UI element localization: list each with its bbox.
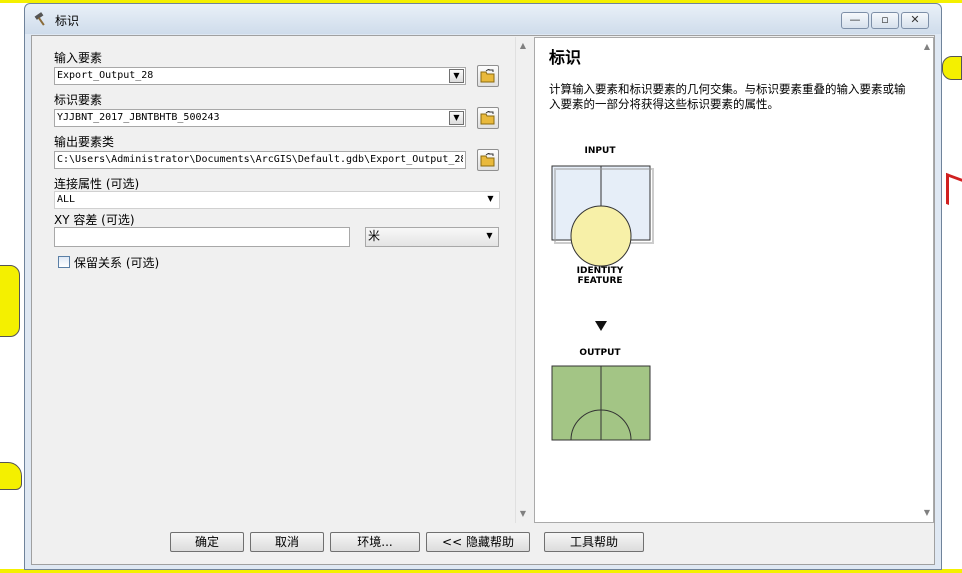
- input-features-value: Export_Output_28: [57, 70, 154, 81]
- keep-relationships-checkbox[interactable]: [58, 256, 70, 268]
- hide-help-button[interactable]: << 隐藏帮助: [426, 532, 530, 552]
- join-attributes-select[interactable]: ALL ▼: [54, 191, 500, 209]
- browse-output-button[interactable]: [477, 149, 499, 171]
- help-panel: 标识 计算输入要素和标识要素的几何交集。与标识要素重叠的输入要素或输入要素的一部…: [534, 37, 934, 523]
- chevron-down-icon[interactable]: ▼: [449, 69, 464, 83]
- help-description: 计算输入要素和标识要素的几何交集。与标识要素重叠的输入要素或输入要素的一部分将获…: [549, 82, 906, 111]
- maximize-button[interactable]: ▫: [871, 12, 899, 29]
- hammer-icon: [33, 11, 49, 27]
- parameters-panel: 输入要素 Export_Output_28 ▼ 标识要素 YJJBNT_2017…: [33, 37, 530, 523]
- output-class-label: 输出要素类: [54, 135, 115, 149]
- scroll-up-icon[interactable]: ▲: [921, 40, 933, 54]
- cancel-button[interactable]: 取消: [250, 532, 324, 552]
- diagram-identity-label-1: IDENTITY: [576, 266, 624, 276]
- chevron-down-icon[interactable]: ▼: [483, 193, 498, 207]
- folder-open-icon: [480, 69, 495, 83]
- browse-identity-button[interactable]: [477, 107, 499, 129]
- close-button[interactable]: ✕: [901, 12, 929, 29]
- identity-features-label: 标识要素: [54, 93, 103, 107]
- identity-diagram: [551, 165, 654, 441]
- scroll-down-icon[interactable]: ▼: [516, 507, 530, 521]
- identity-features-value: YJJBNT_2017_JBNTBHTB_500243: [57, 112, 220, 123]
- map-feature: [0, 462, 22, 490]
- xy-tolerance-input[interactable]: [54, 227, 350, 247]
- identity-features-combo[interactable]: YJJBNT_2017_JBNTBHTB_500243 ▼: [54, 109, 466, 127]
- map-feature: [942, 56, 962, 80]
- identity-tool-dialog: 标识 — ▫ ✕ 输入要素 Export_Output_28 ▼ 标识要素 YJ…: [24, 3, 942, 570]
- keep-relationships-label: 保留关系 (可选): [74, 256, 160, 270]
- join-attributes-label: 连接属性 (可选): [54, 177, 140, 191]
- scroll-up-icon[interactable]: ▲: [516, 39, 530, 53]
- map-feature: [0, 265, 20, 337]
- tool-help-button[interactable]: 工具帮助: [544, 532, 644, 552]
- help-scrollbar[interactable]: ▲ ▼: [921, 38, 933, 522]
- title-bar[interactable]: 标识 — ▫ ✕: [25, 4, 941, 34]
- scroll-down-icon[interactable]: ▼: [921, 506, 933, 520]
- diagram-output-label: OUTPUT: [579, 348, 621, 358]
- help-title: 标识: [549, 48, 582, 67]
- minimize-icon: —: [849, 13, 861, 26]
- xy-unit-value: 米: [368, 229, 381, 243]
- button-bar: 确定 取消 环境... << 隐藏帮助 工具帮助: [32, 524, 934, 564]
- identity-circle: [570, 205, 632, 267]
- folder-open-icon: [480, 153, 495, 167]
- output-class-field[interactable]: C:\Users\Administrator\Documents\ArcGIS\…: [54, 151, 466, 169]
- window-title: 标识: [55, 14, 80, 28]
- arrow-down-icon: [595, 321, 607, 331]
- environments-button[interactable]: 环境...: [330, 532, 420, 552]
- output-class-value: C:\Users\Administrator\Documents\ArcGIS\…: [57, 154, 463, 165]
- browse-input-button[interactable]: [477, 65, 499, 87]
- dialog-client-area: 输入要素 Export_Output_28 ▼ 标识要素 YJJBNT_2017…: [31, 35, 935, 565]
- xy-tolerance-label: XY 容差 (可选): [54, 213, 135, 227]
- parameters-scrollbar[interactable]: ▲ ▼: [515, 37, 530, 523]
- close-icon: ✕: [910, 13, 920, 26]
- ok-button[interactable]: 确定: [170, 532, 244, 552]
- map-feature: [946, 172, 962, 211]
- maximize-icon: ▫: [881, 13, 889, 26]
- minimize-button[interactable]: —: [841, 12, 869, 29]
- join-attributes-value: ALL: [57, 194, 76, 205]
- xy-unit-select[interactable]: 米 ▼: [365, 227, 499, 247]
- input-features-combo[interactable]: Export_Output_28 ▼: [54, 67, 466, 85]
- chevron-down-icon[interactable]: ▼: [449, 111, 464, 125]
- input-features-label: 输入要素: [54, 51, 103, 65]
- diagram-input-label: INPUT: [584, 146, 616, 156]
- chevron-down-icon[interactable]: ▼: [482, 230, 497, 244]
- diagram-identity-label-2: FEATURE: [577, 276, 623, 286]
- folder-open-icon: [480, 111, 495, 125]
